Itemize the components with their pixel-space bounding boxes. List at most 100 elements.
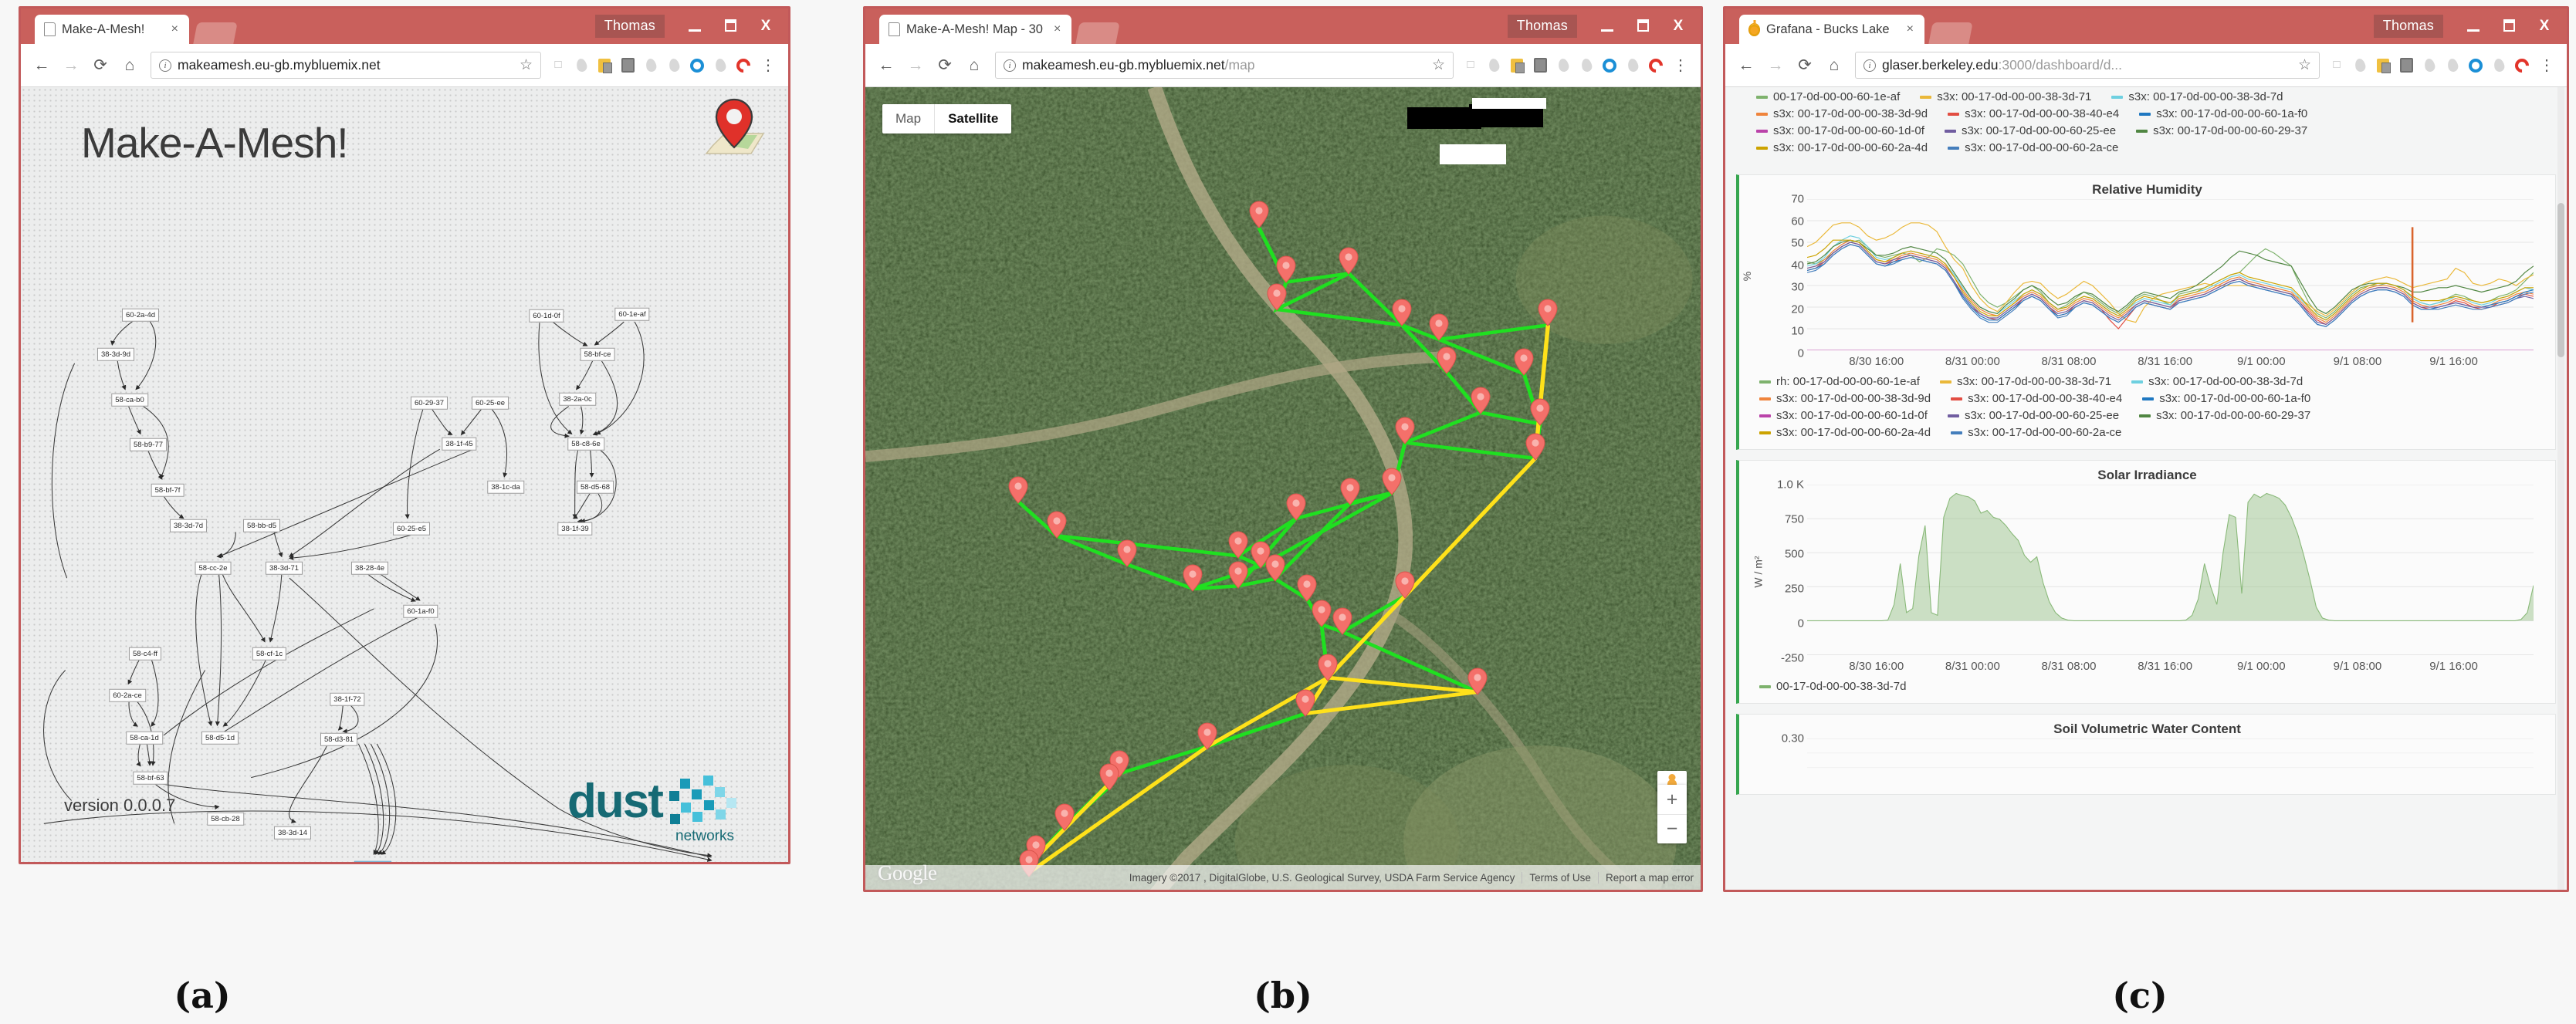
legend-item[interactable]: 00-17-0d-00-00-60-1e-af [1756,90,1900,103]
map-marker-pin-icon[interactable] [1228,531,1248,559]
reload-icon[interactable]: ⟳ [1792,52,1818,79]
legend-item[interactable]: s3x: 00-17-0d-00-00-60-2a-ce [1951,426,2121,439]
legend-item[interactable]: s3x: 00-17-0d-00-00-60-1a-f0 [2139,107,2307,120]
pocket-icon[interactable] [617,55,638,76]
legend-item[interactable]: s3x: 00-17-0d-00-00-38-3d-9d [1759,392,1931,405]
map-marker-pin-icon[interactable] [1197,722,1217,750]
back-icon[interactable]: ← [1733,52,1759,79]
mesh-node[interactable]: 58-cf-1c [252,647,287,661]
address-bar[interactable]: i makeamesh.eu-gb.mybluemix.net/map ☆ [995,52,1454,79]
opera-ring-icon[interactable] [1645,55,1667,76]
legend-item[interactable]: s3x: 00-17-0d-00-00-38-3d-7d [2111,90,2283,103]
tab-make-a-mesh-map[interactable]: Make-A-Mesh! Map - 30 × [879,15,1072,44]
title-bar[interactable]: Thomas X Grafana - Bucks Lake × [1725,8,2567,44]
legend-item[interactable]: s3x: 00-17-0d-00-00-38-3d-71 [1920,90,2091,103]
user-profile-label[interactable]: Thomas [1507,15,1577,38]
maximize-button[interactable] [713,13,748,38]
legend-item[interactable]: s3x: 00-17-0d-00-00-60-29-37 [2139,409,2310,422]
browser-window-map[interactable]: Thomas X Make-A-Mesh! Map - 30 × ← → ⟳ ⌂… [863,6,1703,892]
feather-icon[interactable] [2349,55,2371,76]
pdf-icon[interactable]: □ [547,55,569,76]
mesh-node[interactable]: 58-ca-b0 [111,393,148,407]
map-marker-pin-icon[interactable] [1437,346,1457,374]
map-marker-pin-icon[interactable] [1538,299,1558,326]
legend-item[interactable]: s3x: 00-17-0d-00-00-60-2a-4d [1756,141,1928,154]
feather2-icon[interactable] [1576,55,1597,76]
map-marker-pin-icon[interactable] [1395,417,1415,444]
blue-ring-icon[interactable] [2465,55,2486,76]
legend-item[interactable]: s3x: 00-17-0d-00-00-38-3d-9d [1756,107,1928,120]
mesh-node[interactable]: 60-25-ee [471,396,509,410]
lastpass-icon[interactable] [594,55,615,76]
map-marker-pin-icon[interactable] [1249,201,1269,228]
window-controls[interactable]: X [1589,13,1696,38]
feather3-icon[interactable] [2488,55,2510,76]
plot-soil-water[interactable]: 0.30 [1739,732,2555,794]
map-marker-pin-icon[interactable] [1530,398,1550,426]
reload-icon[interactable]: ⟳ [87,52,113,79]
mesh-node[interactable]: 60-2a-ce [109,688,146,702]
map-marker-pin-icon[interactable] [1117,539,1137,567]
map-type-control[interactable]: Map Satellite [882,104,1012,133]
map-marker-pin-icon[interactable] [1525,433,1545,461]
mesh-node[interactable]: 60-2a-4d [121,308,160,322]
browser-menu-icon[interactable]: ⋮ [2534,58,2559,73]
opera-ring-icon[interactable] [2511,55,2533,76]
feather2-icon[interactable] [663,55,685,76]
address-bar[interactable]: i glaser.berkeley.edu:3000/dashboard/d..… [1855,52,2320,79]
back-icon[interactable]: ← [29,52,55,79]
mesh-node[interactable]: 38-3d-71 [265,561,303,575]
mesh-node[interactable]: 58-cb-28 [207,812,244,826]
map-marker-pin-icon[interactable] [1340,478,1360,505]
map-marker-pin-icon[interactable] [1339,247,1359,275]
mesh-node[interactable]: 38-1f-72 [330,692,365,706]
mesh-node[interactable]: 58-d5-68 [576,480,614,494]
legend-relative-humidity[interactable]: rh: 00-17-0d-00-00-60-1e-af s3x: 00-17-0d… [1739,372,2555,449]
minimize-button[interactable] [1589,13,1625,38]
mesh-node[interactable]: 58-bf-63 [133,771,168,785]
close-button[interactable]: X [2527,13,2562,38]
google-map[interactable]: Map Satellite + − Google Imagery ©2017 ,… [865,87,1701,890]
back-icon[interactable]: ← [873,52,899,79]
page-viewport[interactable]: Map Satellite + − Google Imagery ©2017 ,… [865,87,1701,890]
mesh-node[interactable]: 58-c4-ff [128,647,162,661]
browser-menu-icon[interactable]: ⋮ [1668,58,1693,73]
legend-item[interactable]: s3x: 00-17-0d-00-00-38-40-e4 [1948,107,2119,120]
map-type-map[interactable]: Map [882,104,934,133]
opera-ring-icon[interactable] [733,55,754,76]
map-marker-pin-icon[interactable] [1297,574,1317,602]
tab-strip[interactable]: Grafana - Bucks Lake × [1739,15,1973,44]
drop-icon[interactable] [640,55,662,76]
plot-relative-humidity[interactable]: % 0 10 20 30 40 50 60 70 [1739,193,2555,360]
legend-item[interactable]: 00-17-0d-00-00-38-3d-7d [1759,680,1906,693]
legend-item[interactable]: s3x: 00-17-0d-00-00-38-40-e4 [1951,392,2122,405]
bookmark-star-icon[interactable]: ☆ [513,56,533,74]
legend-item[interactable]: s3x: 00-17-0d-00-00-60-1a-f0 [2142,392,2310,405]
extension-toolbar[interactable]: □ ⋮ [1460,55,1693,76]
blue-ring-icon[interactable] [1599,55,1620,76]
reload-icon[interactable]: ⟳ [932,52,958,79]
map-marker-pin-icon[interactable] [1514,348,1534,376]
tab-close-icon[interactable]: × [167,22,183,36]
legend-item[interactable]: s3x: 00-17-0d-00-00-60-2a-4d [1759,426,1931,439]
tab-close-icon[interactable]: × [1902,22,1918,36]
legend-item[interactable]: s3x: 00-17-0d-00-00-60-29-37 [2136,124,2307,137]
pdf-icon[interactable]: □ [2326,55,2348,76]
legend-item[interactable]: s3x: 00-17-0d-00-00-60-2a-ce [1948,141,2118,154]
lastpass-icon[interactable] [2372,55,2394,76]
map-marker-pin-icon[interactable] [1471,387,1491,414]
home-icon[interactable]: ⌂ [117,52,143,79]
feather2-icon[interactable] [2442,55,2463,76]
extension-toolbar[interactable]: □ ⋮ [547,55,780,76]
pocket-icon[interactable] [1529,55,1551,76]
mesh-node[interactable]: 60-1e-af [614,307,650,321]
legend-item[interactable]: s3x: 00-17-0d-00-00-60-1d-0f [1759,409,1928,422]
site-info-icon[interactable]: i [1863,59,1876,72]
map-marker-pin-icon[interactable] [1267,283,1287,311]
mesh-node[interactable]: 38-28-4e [350,561,389,575]
new-tab-button[interactable] [1928,22,1973,44]
mesh-node[interactable]: 60-1d-0f [529,309,564,323]
legend-item[interactable]: s3x: 00-17-0d-00-00-60-25-ee [1947,409,2119,422]
blue-ring-icon[interactable] [686,55,708,76]
map-marker-pin-icon[interactable] [1183,564,1203,592]
